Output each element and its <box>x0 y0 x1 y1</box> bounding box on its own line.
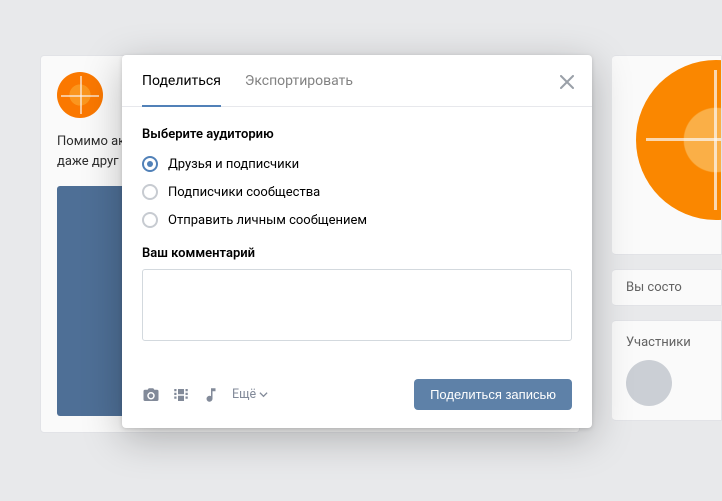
radio-icon <box>142 184 158 200</box>
more-attachments[interactable]: Ещё <box>232 387 268 402</box>
tab-share[interactable]: Поделиться <box>142 55 221 107</box>
radio-community[interactable]: Подписчики сообщества <box>142 184 572 200</box>
radio-label: Друзья и подписчики <box>168 157 299 172</box>
comment-label: Ваш комментарий <box>142 246 572 261</box>
comment-input[interactable] <box>142 269 572 341</box>
radio-label: Подписчики сообщества <box>168 185 320 200</box>
share-submit-button[interactable]: Поделиться записью <box>414 379 572 410</box>
chevron-down-icon <box>259 390 268 399</box>
close-icon[interactable] <box>556 71 578 93</box>
radio-friends[interactable]: Друзья и подписчики <box>142 156 572 172</box>
more-label: Ещё <box>232 387 256 402</box>
share-modal: Поделиться Экспортировать Выберите аудит… <box>122 55 592 428</box>
music-icon[interactable] <box>202 386 220 404</box>
tab-export[interactable]: Экспортировать <box>245 55 353 107</box>
radio-private[interactable]: Отправить личным сообщением <box>142 212 572 228</box>
audience-title: Выберите аудиторию <box>142 127 572 142</box>
video-icon[interactable] <box>172 386 190 404</box>
radio-icon <box>142 212 158 228</box>
camera-icon[interactable] <box>142 386 160 404</box>
radio-icon <box>142 156 158 172</box>
radio-label: Отправить личным сообщением <box>168 213 367 228</box>
